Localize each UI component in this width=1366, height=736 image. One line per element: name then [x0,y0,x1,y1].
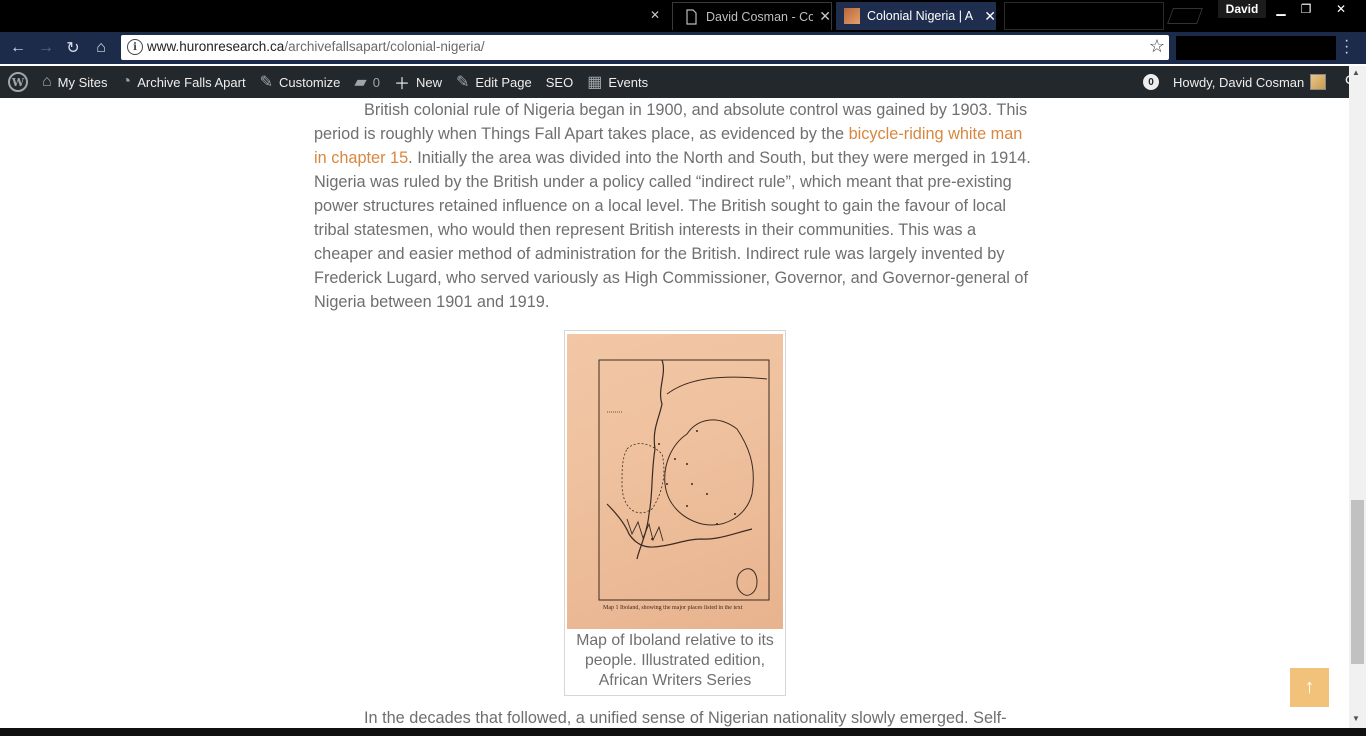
site-name-menu[interactable]: ◔ Archive Falls Apart [115,66,253,98]
url-domain: www.huronresearch.ca [147,39,285,54]
article-body: British colonial rule of Nigeria began i… [314,98,1036,314]
article-paragraph: In the decades that followed, a unified … [364,709,1007,727]
url-text[interactable]: www.huronresearch.ca/archivefallsapart/c… [147,39,485,54]
iboland-map-image[interactable]: Map 1 Iboland, showing the major places … [567,334,783,629]
browser-menu-icon[interactable]: · · · [1344,33,1349,61]
map-figure: Map 1 Iboland, showing the major places … [564,330,786,696]
figure-caption: Map of Iboland relative to its people. I… [576,632,774,689]
comment-bubble-icon: ▰ [354,74,367,91]
events-label: Events [608,74,649,90]
site-info-icon[interactable]: i [127,39,143,55]
new-content-menu[interactable]: ＋ New [387,66,449,98]
seo-menu[interactable]: SEO [539,66,580,98]
back-to-top-button[interactable]: ↑ [1290,668,1329,707]
forward-arrow-icon[interactable]: → [36,38,56,58]
map-footer-text: Map 1 Iboland, showing the major places … [603,605,743,611]
document-icon [686,8,697,25]
extensions-area [1176,36,1336,60]
scrollbar-thumb[interactable] [1351,500,1364,664]
scroll-up-icon[interactable]: ▲ [1352,68,1360,77]
home-icon[interactable]: ⌂ [91,38,111,58]
arrow-up-icon: ↑ [1304,676,1315,698]
avatar[interactable] [1310,74,1327,90]
brush-icon: ✎ [259,74,273,91]
calendar-icon: ▦ [587,74,603,91]
plus-icon: ＋ [393,76,410,93]
notifications-badge[interactable]: 0 [1143,74,1160,90]
edit-page-link[interactable]: ✎ Edit Page [449,66,539,98]
wordpress-logo-icon: W [8,72,28,92]
wp-admin-bar: W ⌂ My Sites ◔ Archive Falls Apart ✎ Cus… [0,66,1366,98]
edit-page-label: Edit Page [475,74,532,90]
article-paragraph: British colonial rule of Nigeria began i… [314,98,1036,314]
bookmark-star-icon[interactable]: ☆ [1149,36,1165,57]
profile-button[interactable]: David [1218,0,1266,18]
os-taskbar [0,728,1366,736]
customize-label: Customize [278,74,341,90]
scroll-down-icon[interactable]: ▼ [1352,714,1360,723]
tab-close-icon[interactable]: ✕ [642,6,668,24]
new-label: New [415,74,442,90]
wp-logo-button[interactable]: W [0,66,35,98]
comments-count: 0 [372,74,380,90]
seo-label: SEO [545,74,574,90]
browser-tab-active[interactable]: Colonial Nigeria | A ✕ [836,2,996,30]
admin-bar-right: 0 Howdy, David Cosman ⚲ [1143,66,1366,98]
address-bar[interactable]: i www.huronresearch.ca/archivefallsapart… [121,35,1169,60]
tab-close-icon[interactable]: ✕ [984,8,996,25]
paragraph-text: . Initially the area was divided into th… [314,149,1031,311]
browser-tab[interactable]: David Cosman - Co ✕ [672,2,832,30]
reload-icon[interactable]: ↻ [63,38,83,58]
site-favicon-icon [844,8,860,24]
sites-icon: ⌂ [42,73,52,90]
dashboard-icon: ◔ [121,73,132,90]
account-menu[interactable]: Howdy, David Cosman [1173,75,1304,90]
url-path: /archivefallsapart/colonial-nigeria/ [284,39,485,54]
events-menu[interactable]: ▦ Events [580,66,655,98]
restore-icon[interactable]: ❐ [1293,0,1319,18]
customize-link[interactable]: ✎ Customize [253,66,348,98]
browser-tab[interactable] [1004,2,1164,30]
window-close-icon[interactable]: ✕ [1326,0,1356,18]
site-name-label: Archive Falls Apart [137,74,246,90]
tab-title: Colonial Nigeria | A [867,9,974,23]
browser-tab[interactable] [0,2,640,30]
my-sites-menu[interactable]: ⌂ My Sites [35,66,115,98]
new-tab-button[interactable] [1167,8,1203,24]
tab-title: David Cosman - Co [706,9,814,24]
comments-link[interactable]: ▰ 0 [347,66,387,98]
browser-tab-strip: ✕ David Cosman - Co ✕ Colonial Nigeria |… [0,0,1366,32]
pencil-icon: ✎ [455,74,470,91]
back-arrow-icon[interactable]: ← [8,38,28,58]
my-sites-label: My Sites [57,74,108,90]
tab-close-icon[interactable]: ✕ [819,8,831,25]
minimize-icon[interactable]: ▁ [1268,0,1294,18]
